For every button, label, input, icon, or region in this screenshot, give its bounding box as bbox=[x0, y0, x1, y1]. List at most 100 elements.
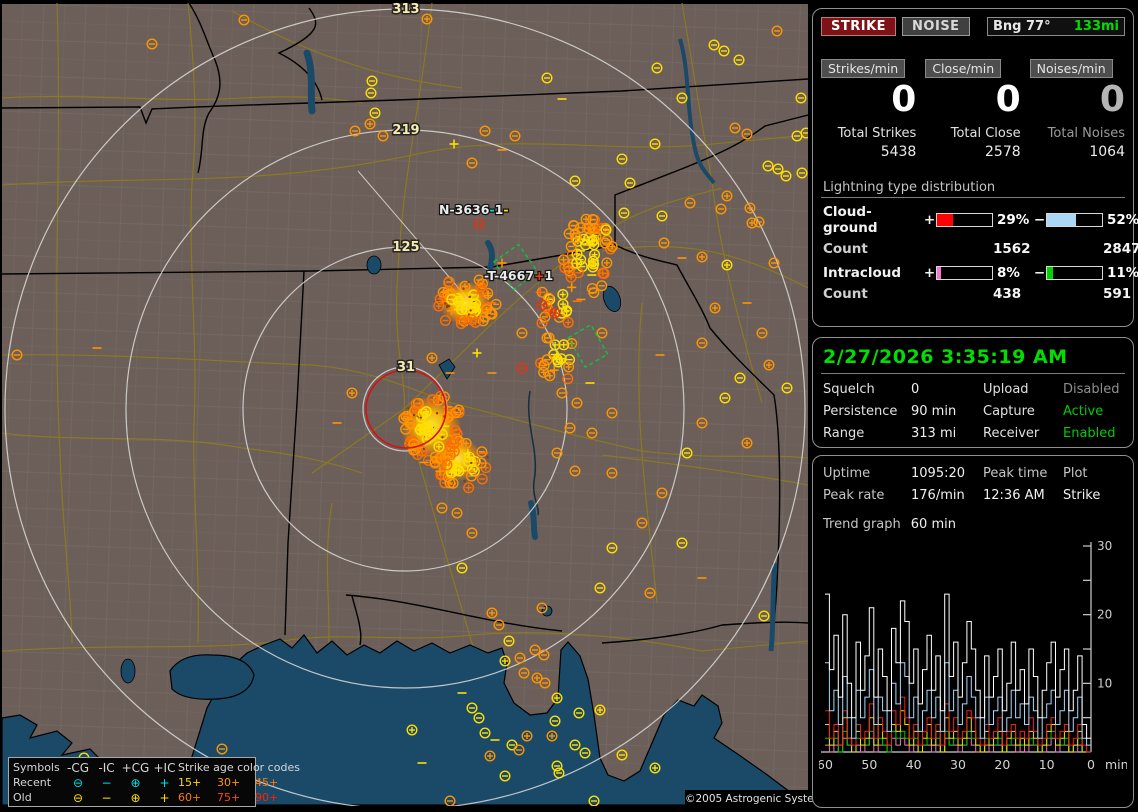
strike-dot bbox=[469, 309, 472, 312]
x-axis-unit: min bbox=[1105, 757, 1127, 772]
strike-dot bbox=[470, 461, 473, 465]
divider bbox=[821, 197, 1125, 198]
total-close-label: Total Close bbox=[950, 126, 1021, 141]
strike-dot bbox=[412, 413, 416, 417]
settings-grid: Squelch 0 Upload Disabled Persistence 90… bbox=[823, 382, 1125, 441]
legend-header: -IC bbox=[98, 760, 115, 775]
upload-status: Disabled bbox=[1063, 382, 1120, 397]
strike-dot bbox=[446, 304, 449, 307]
strike-mode-button[interactable]: STRIKE bbox=[821, 17, 897, 36]
ic-negative-bar-fill bbox=[1047, 267, 1054, 279]
plot-value: Strike bbox=[1063, 488, 1101, 503]
legend-header: +IC bbox=[153, 760, 176, 775]
trend-graph-header: Trend graph 60 min bbox=[823, 517, 1125, 532]
persistence-value: 90 min bbox=[911, 404, 957, 419]
noise-mode-button[interactable]: NOISE bbox=[902, 17, 970, 36]
strikes-per-min-label: Strikes/min bbox=[821, 59, 906, 78]
age-code: 90+ bbox=[255, 790, 279, 804]
ic-positive-bar bbox=[936, 266, 993, 280]
map[interactable]: N-3636-1- -T-4667+1 313 219 125 31 Symbols -… bbox=[2, 3, 829, 808]
squelch-value: 0 bbox=[911, 382, 920, 397]
cg-positive-icon: ⊕ bbox=[130, 790, 141, 805]
range-value: 313 mi bbox=[911, 426, 957, 441]
persistence-label: Persistence bbox=[823, 404, 898, 419]
x-tick-label: 20 bbox=[994, 757, 1010, 772]
status-panel: 2/27/2026 3:35:19 AM Squelch 0 Upload Di… bbox=[812, 337, 1134, 448]
cg-negative-count: 2847 bbox=[1103, 241, 1138, 257]
cloud-ground-label: Cloud-ground bbox=[823, 204, 878, 236]
strike-dot bbox=[486, 456, 489, 459]
age-code: 15+ bbox=[178, 775, 202, 789]
cloud-ground-row: Cloud-ground + 29% − 52% bbox=[823, 204, 1138, 236]
strike-dot bbox=[463, 479, 466, 483]
count-label: Count bbox=[823, 241, 868, 257]
x-tick-label: 50 bbox=[861, 757, 877, 772]
copyright-label: ©2005 Astrogenic Systems bbox=[685, 790, 829, 808]
age-code: 75+ bbox=[217, 790, 241, 804]
y-tick-label: 20 bbox=[1097, 608, 1112, 622]
total-strikes-label: Total Strikes bbox=[837, 126, 917, 141]
divider bbox=[821, 373, 1125, 374]
y-tick-label: 10 bbox=[1097, 676, 1112, 690]
intracloud-label: Intracloud bbox=[823, 265, 902, 281]
bearing-distance: 133mi bbox=[1073, 19, 1119, 34]
cg-positive-count: 1562 bbox=[993, 241, 1031, 257]
y-tick-label: 30 bbox=[1097, 539, 1112, 553]
cg-negative-bar bbox=[1046, 213, 1103, 227]
capture-label: Capture bbox=[983, 404, 1035, 419]
minus-sign: − bbox=[1033, 265, 1046, 281]
capture-status: Active bbox=[1063, 404, 1104, 419]
legend-age-title: Strike age color codes bbox=[178, 760, 300, 774]
x-tick-label: 40 bbox=[906, 757, 922, 772]
range-label: Range bbox=[823, 426, 865, 441]
lightning-map[interactable]: N-3636-1- -T-4667+1 313 219 125 31 bbox=[2, 3, 808, 806]
uptime-label: Uptime bbox=[823, 466, 871, 481]
strike-dot bbox=[419, 416, 423, 419]
total-strikes-value: 5438 bbox=[880, 144, 917, 160]
bearing-label: Bng 77° bbox=[993, 19, 1051, 34]
legend-header: Symbols bbox=[13, 760, 60, 774]
peak-time-value: 12:36 AM bbox=[983, 488, 1045, 503]
range-ring-label: 125 bbox=[392, 240, 419, 255]
receiver-label: Receiver bbox=[983, 426, 1040, 441]
legend-header: -CG bbox=[66, 760, 89, 775]
x-tick-label: 0 bbox=[1087, 757, 1095, 772]
close-counter: Close/min 0 Total Close 2578 bbox=[925, 58, 1021, 160]
intracloud-row: Intracloud + 8% − 11% bbox=[823, 265, 1138, 281]
plus-sign: + bbox=[923, 212, 936, 228]
cg-positive-icon: ⊕ bbox=[130, 775, 141, 790]
x-tick-label: 30 bbox=[950, 757, 966, 772]
ic-positive-icon: + bbox=[159, 775, 170, 790]
strike-dot bbox=[467, 280, 470, 284]
datetime-display: 2/27/2026 3:35:19 AM bbox=[823, 346, 1068, 368]
legend-row-label: Old bbox=[13, 790, 32, 804]
peak-time-label: Peak time bbox=[983, 466, 1048, 481]
rate-counters: Strikes/min 0 Total Strikes 5438 Close/m… bbox=[821, 58, 1125, 160]
noises-per-min-label: Noises/min bbox=[1029, 59, 1113, 78]
storm-cell-label: N-3636-1- bbox=[439, 202, 509, 217]
noises-counter: Noises/min 0 Total Noises 1064 bbox=[1029, 58, 1125, 160]
ic-positive-bar-fill bbox=[937, 267, 942, 279]
noises-per-min-value: 0 bbox=[1099, 79, 1125, 120]
peak-rate-value: 176/min bbox=[911, 488, 965, 503]
minus-sign: − bbox=[1033, 212, 1046, 228]
cg-positive-bar bbox=[936, 213, 993, 227]
legend-header: +CG bbox=[121, 760, 150, 775]
total-noises-value: 1064 bbox=[1089, 144, 1125, 160]
strike-dot bbox=[441, 436, 444, 439]
strike-dot bbox=[462, 287, 465, 290]
counters-panel: STRIKE NOISE Bng 77° 133mi Strikes/min 0… bbox=[812, 8, 1138, 327]
cg-negative-bar-fill bbox=[1047, 214, 1076, 226]
total-noises-label: Total Noises bbox=[1047, 126, 1125, 141]
strikes-per-min-value: 0 bbox=[891, 79, 917, 120]
trend-panel: Uptime 1095:20 Peak time Plot Peak rate … bbox=[812, 455, 1134, 808]
ic-positive-percent: 8% bbox=[997, 265, 1020, 281]
ic-positive-icon: + bbox=[159, 790, 170, 805]
mode-button-row: STRIKE NOISE Bng 77° 133mi bbox=[821, 17, 1125, 36]
strike-legend: Symbols -CG -IC +CG +IC Strike age color… bbox=[8, 757, 300, 807]
trend-graph: 10 20 30 60 50 40 30 20 10 0 min bbox=[819, 539, 1127, 772]
uptime-value: 1095:20 bbox=[911, 466, 966, 481]
strike-dot bbox=[435, 412, 439, 415]
stats-grid: Uptime 1095:20 Peak time Plot Peak rate … bbox=[823, 466, 1125, 503]
plus-sign: + bbox=[923, 265, 936, 281]
